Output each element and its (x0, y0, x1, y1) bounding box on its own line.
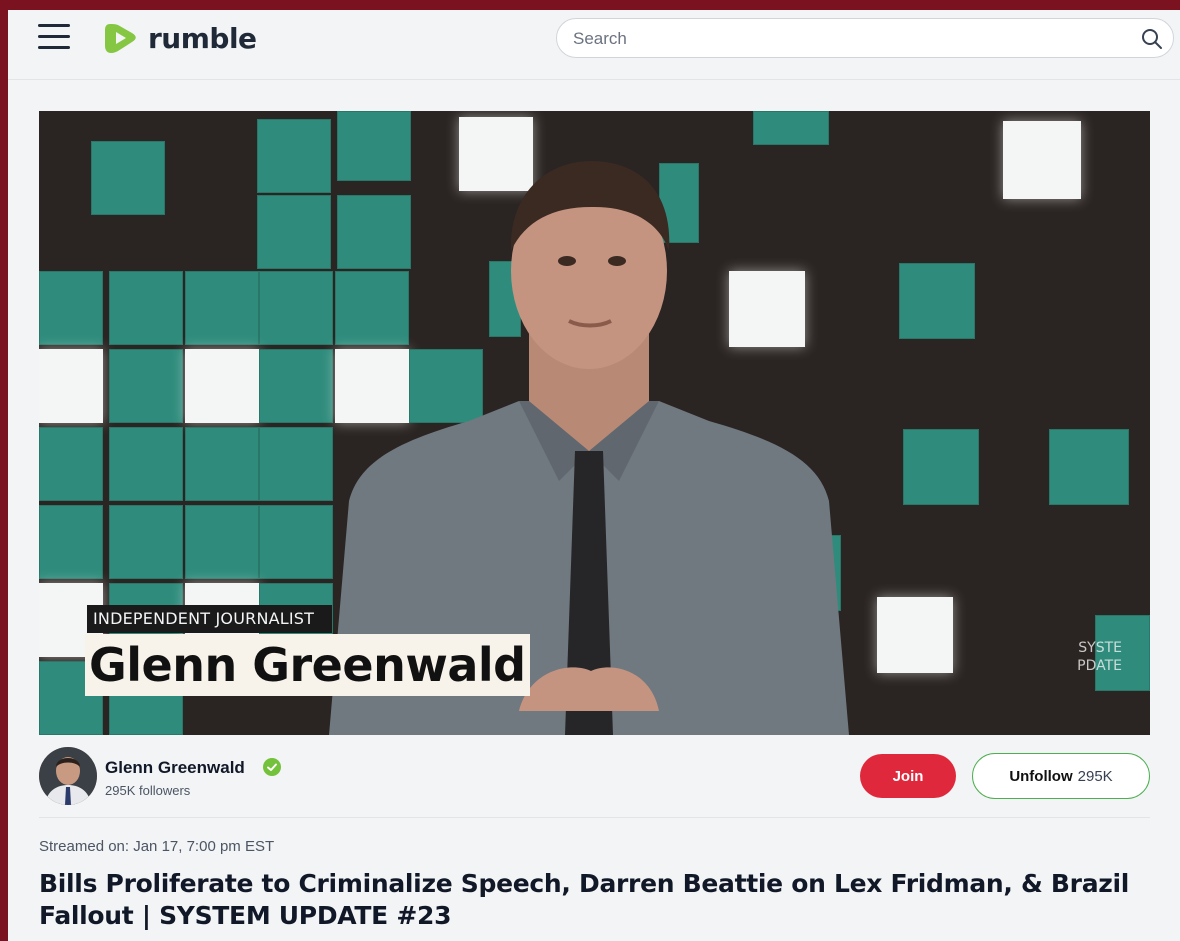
follower-count: 295K followers (105, 783, 191, 798)
search-box[interactable] (556, 18, 1174, 58)
channel-name[interactable]: Glenn Greenwald (105, 758, 245, 778)
lower-third-name: Glenn Greenwald (85, 634, 530, 696)
unfollow-count: 295K (1077, 767, 1113, 785)
rumble-logo-icon (105, 24, 136, 53)
search-icon[interactable] (1141, 28, 1163, 50)
channel-row: Glenn Greenwald 295K followers Join Unfo… (39, 745, 1150, 818)
watermark-line: SYSTE (1078, 640, 1122, 656)
rumble-logo[interactable]: rumble (104, 20, 257, 56)
avatar-image (39, 747, 97, 805)
show-watermark: SYSTE PDATE (1077, 639, 1122, 675)
search-input[interactable] (571, 27, 1115, 51)
unfollow-label: Unfollow (1009, 767, 1073, 785)
verified-icon (263, 758, 281, 776)
top-bar: rumble (8, 10, 1180, 80)
join-button[interactable]: Join (860, 754, 956, 798)
page: rumble Search INDEPENDENT JOURNALIST Gle… (8, 10, 1180, 941)
video-title: Bills Proliferate to Criminalize Speech,… (39, 869, 1130, 930)
unfollow-button[interactable]: Unfollow 295K (972, 753, 1150, 799)
stream-date: Streamed on: Jan 17, 7:00 pm EST (39, 838, 275, 855)
menu-icon[interactable] (38, 24, 70, 50)
video-player[interactable]: INDEPENDENT JOURNALIST Glenn Greenwald S… (39, 111, 1150, 735)
logo-text: rumble (148, 21, 257, 55)
avatar[interactable] (39, 747, 97, 805)
watermark-line: PDATE (1077, 658, 1122, 674)
lower-third-tag: INDEPENDENT JOURNALIST (87, 605, 333, 633)
